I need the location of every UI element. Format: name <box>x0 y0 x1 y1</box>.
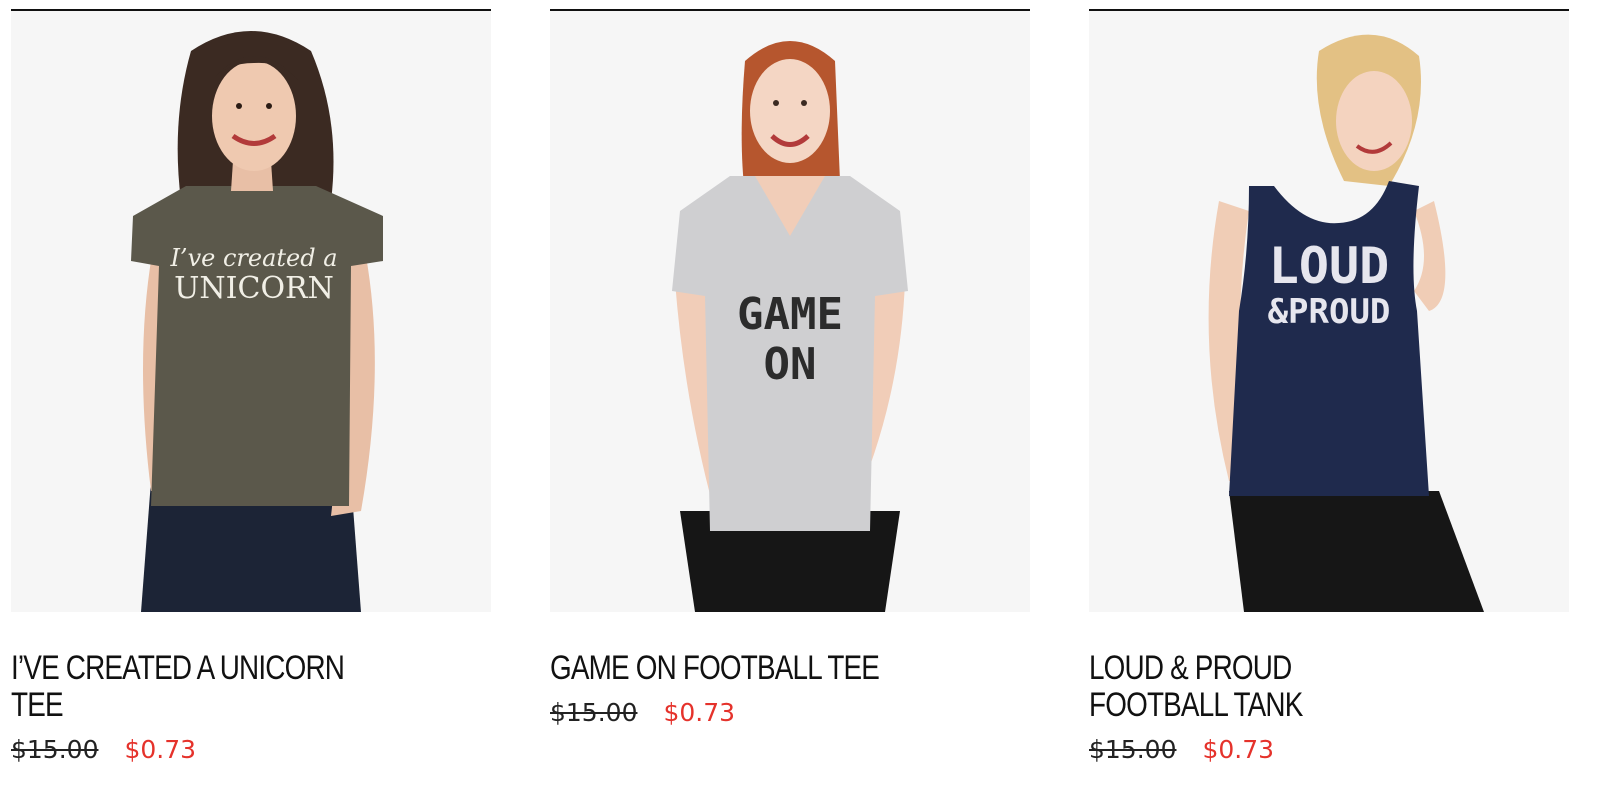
product-title[interactable]: GAME ON FOOTBALL TEE <box>550 650 911 687</box>
model-illustration: LOUD &PROUD <box>1208 34 1484 612</box>
shirt-print-line-2: UNICORN <box>174 271 334 306</box>
product-image[interactable]: LOUD &PROUD <box>1089 11 1569 612</box>
sale-price: $0.73 <box>124 735 197 764</box>
sale-price: $0.73 <box>663 698 736 727</box>
product-card[interactable]: GAME ON GAME ON FOOTBALL TEE $15.00 $0.7… <box>550 0 1030 802</box>
price-row: $15.00 $0.73 <box>550 698 735 728</box>
shirt-print-line-1: GAME <box>737 289 843 340</box>
product-title-line: GAME ON FOOTBALL TEE <box>550 649 880 687</box>
sale-price: $0.73 <box>1202 735 1275 764</box>
original-price: $15.00 <box>1089 735 1177 764</box>
product-title-line: LOUD & PROUD <box>1089 649 1292 687</box>
product-card[interactable]: LOUD &PROUD LOUD & PROUD FOOTBALL TANK $… <box>1089 0 1569 802</box>
shirt-print-line-1: LOUD <box>1269 237 1389 295</box>
product-title[interactable]: I’VE CREATED A UNICORN TEE <box>11 650 372 724</box>
product-image[interactable]: I’ve created a UNICORN <box>11 11 491 612</box>
model-illustration: GAME ON <box>672 41 908 612</box>
model-illustration: I’ve created a UNICORN <box>131 31 383 612</box>
product-title-line: TEE <box>11 686 64 724</box>
product-title-line: FOOTBALL TANK <box>1089 686 1303 724</box>
original-price: $15.00 <box>550 698 638 727</box>
product-grid: I’ve created a UNICORN I’VE CREATED A UN… <box>0 0 1616 802</box>
price-row: $15.00 $0.73 <box>1089 735 1274 765</box>
product-title[interactable]: LOUD & PROUD FOOTBALL TANK <box>1089 650 1450 724</box>
original-price: $15.00 <box>11 735 99 764</box>
shirt-print-line-2: ON <box>764 339 817 390</box>
shirt-print-line-1: I’ve created a <box>169 244 337 272</box>
product-image[interactable]: GAME ON <box>550 11 1030 612</box>
shirt-print-line-2: &PROUD <box>1268 292 1391 332</box>
product-title-line: I’VE CREATED A UNICORN <box>11 649 345 687</box>
price-row: $15.00 $0.73 <box>11 735 196 765</box>
product-card[interactable]: I’ve created a UNICORN I’VE CREATED A UN… <box>11 0 491 802</box>
